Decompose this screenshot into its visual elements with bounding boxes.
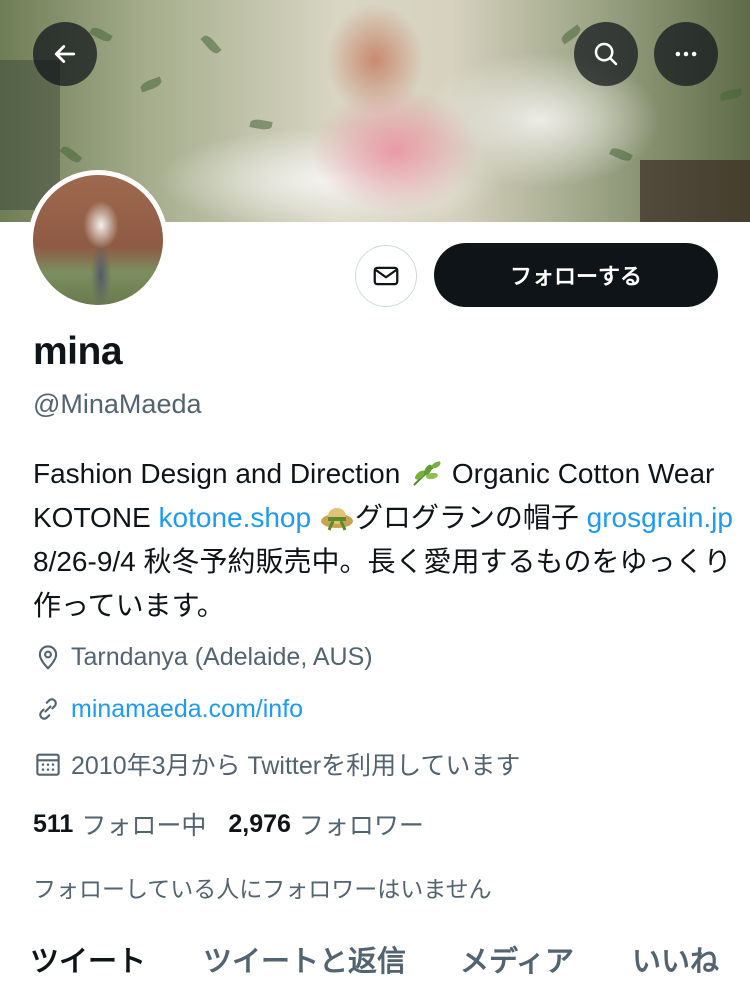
profile-tabs: ツイート ツイートと返信 メディア いいね [0,938,750,996]
following-count: 511 [33,809,74,838]
bio-link-grosgrain[interactable]: grosgrain.jp [587,502,733,533]
banner-detail [640,160,750,222]
tab-media[interactable]: メディア [460,938,574,980]
herb-emoji-icon [413,461,441,486]
search-icon [594,42,618,66]
calendar-icon [36,753,60,776]
more-horizontal-icon [675,51,697,57]
banner-leaf [59,143,83,166]
website-link[interactable]: minamaeda.com/info [71,695,303,724]
more-button[interactable] [654,22,718,86]
tab-likes[interactable]: いいね [632,938,719,980]
back-button[interactable] [33,22,97,86]
hat-emoji-icon [320,508,353,531]
profile-bio: Fashion Design and Direction Organic Cot… [33,452,733,628]
search-button[interactable] [574,22,638,86]
followers-count: 2,976 [228,809,291,838]
banner-leaf [249,118,273,131]
bio-link-kotone[interactable]: kotone.shop [159,502,312,533]
followers-link[interactable]: 2,976 フォロワー [228,806,424,842]
follow-button[interactable]: フォローする [434,243,718,307]
banner-leaf [609,145,633,164]
bio-text: グログランの帽子 [354,502,587,533]
message-button[interactable] [355,245,417,307]
arrow-left-icon [54,45,76,63]
banner-leaf [139,76,163,93]
joined-text: 2010年3月から Twitterを利用しています [71,752,521,780]
bio-text: Fashion Design and Direction [33,458,409,489]
display-name: mina [33,330,123,373]
profile-website: minamaeda.com/info [33,694,303,724]
follow-stats: 511 フォロー中 2,976 フォロワー [33,806,424,842]
followers-label: フォロワー [298,812,424,840]
tab-tweets-replies[interactable]: ツイートと返信 [203,938,406,980]
banner-leaf [719,88,743,101]
banner-leaf [200,33,222,56]
tab-tweets[interactable]: ツイート [30,938,146,980]
mail-icon [373,266,399,286]
location-pin-icon [38,645,58,670]
link-icon [39,698,57,720]
profile-joined: 2010年3月から Twitterを利用しています [33,746,520,782]
user-handle: @MinaMaeda [33,389,202,419]
profile-location: Tarndanya (Adelaide, AUS) [33,642,373,672]
following-label: フォロー中 [81,812,207,840]
following-link[interactable]: 511 フォロー中 [33,806,206,842]
location-text: Tarndanya (Adelaide, AUS) [71,642,373,671]
followers-you-know: フォローしている人にフォロワーはいません [33,876,492,902]
bio-text [311,502,319,533]
avatar[interactable] [28,170,168,310]
bio-text: 8/26-9/4 秋冬予約販売中。長く愛用するものをゆっくり作っています。 [33,546,732,621]
